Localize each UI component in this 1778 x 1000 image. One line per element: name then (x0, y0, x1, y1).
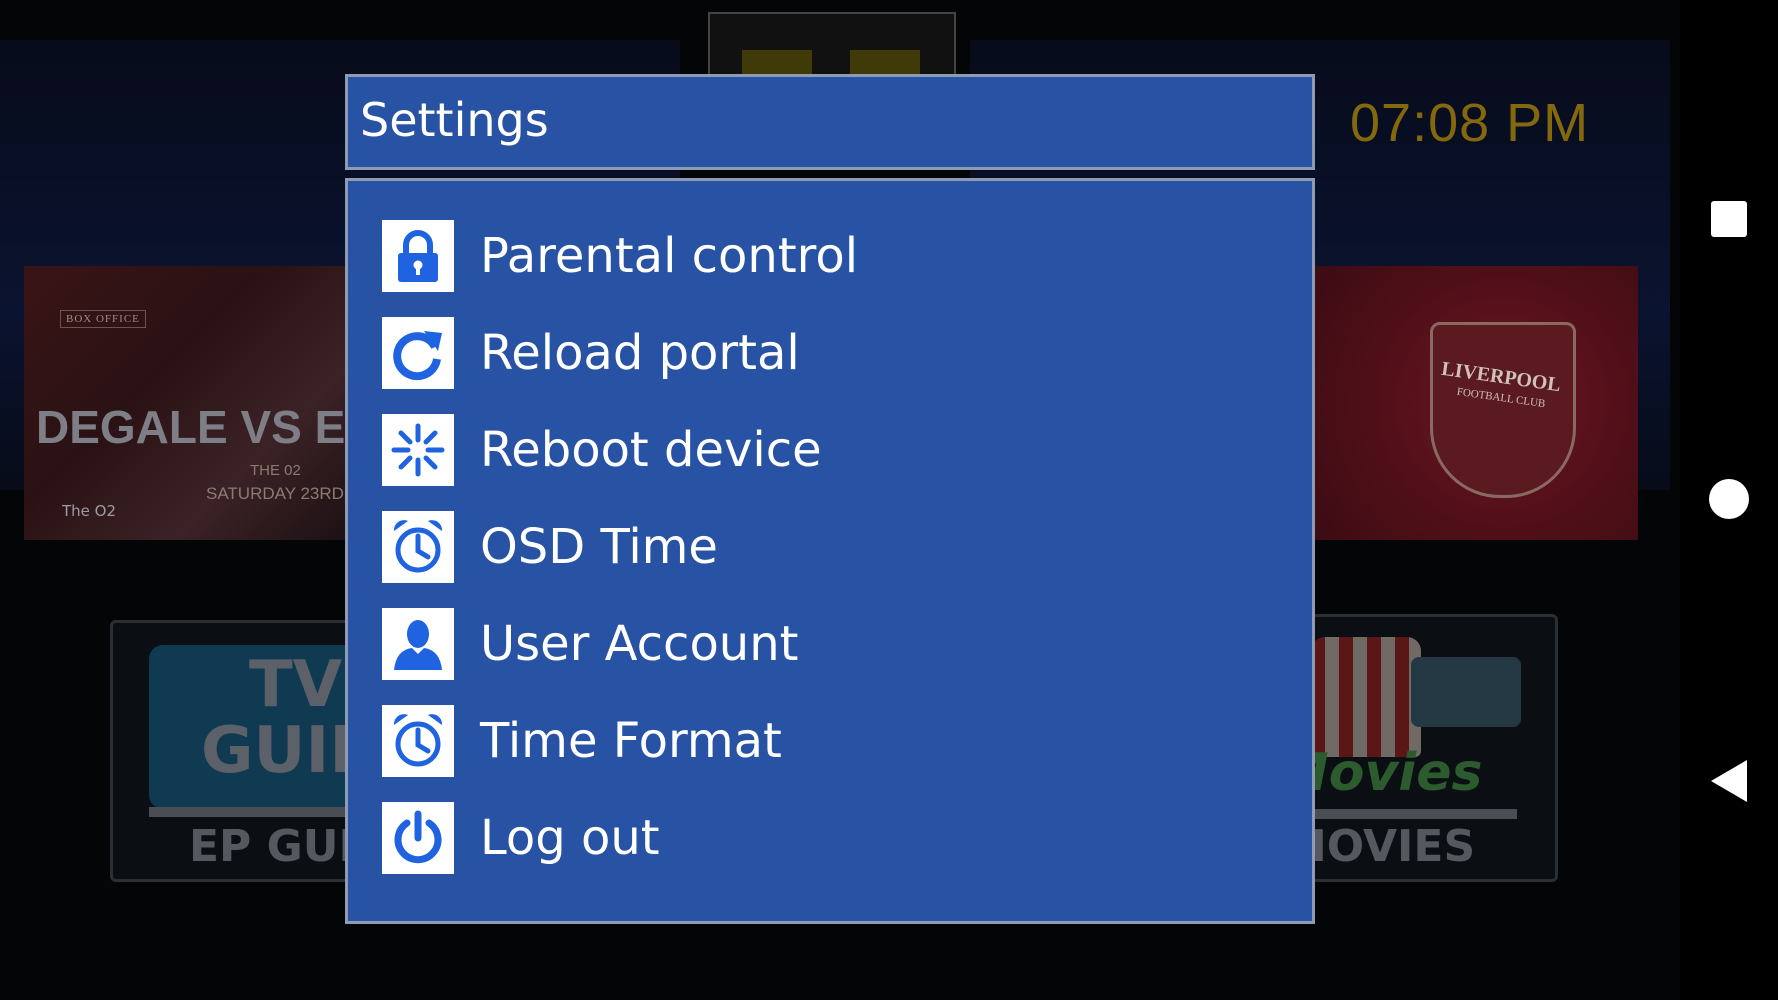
banner-tag: BOX OFFICE (60, 310, 146, 328)
menu-item-label: Reboot device (480, 422, 822, 478)
power-icon (382, 802, 454, 874)
film-reel-icon (1411, 657, 1521, 727)
clock: 07:08 PM (1350, 93, 1590, 153)
screen: 07:08 PM BOX OFFICE DEGALE VS EUB THE 02… (0, 0, 1778, 1000)
square-icon (1711, 201, 1747, 237)
banner-sponsor: The O2 (62, 502, 117, 520)
menu-item-log-out[interactable]: Log out (382, 799, 1262, 877)
menu-item-label: OSD Time (480, 519, 718, 575)
banner-date: SATURDAY 23RD FEBRU (206, 484, 354, 503)
circle-icon (1709, 479, 1749, 519)
alarm-clock-icon (382, 511, 454, 583)
back-button[interactable] (1700, 752, 1758, 810)
menu-item-label: Reload portal (480, 325, 800, 381)
lock-icon (382, 220, 454, 292)
menu-item-reboot-device[interactable]: Reboot device (382, 411, 1262, 489)
reload-icon (382, 317, 454, 389)
menu-item-label: Time Format (480, 713, 782, 769)
menu-item-parental-control[interactable]: Parental control (382, 217, 1262, 295)
back-triangle-icon (1711, 760, 1747, 802)
menu-item-reload-portal[interactable]: Reload portal (382, 314, 1262, 392)
menu-item-osd-time[interactable]: OSD Time (382, 508, 1262, 586)
recents-button[interactable] (1700, 190, 1758, 248)
reboot-icon (382, 414, 454, 486)
dialog-title: Settings (360, 93, 549, 147)
user-icon (382, 608, 454, 680)
popcorn-icon (1311, 637, 1421, 757)
alarm-clock-icon (382, 705, 454, 777)
banner-venue: THE 02 (250, 462, 301, 479)
tile-title-line1: TV (249, 648, 343, 722)
promo-banner-football[interactable]: LIVERPOOL FOOTBALL CLUB (1300, 266, 1638, 540)
settings-menu: Parental control Reload portal Reboot de… (345, 178, 1315, 924)
menu-item-user-account[interactable]: User Account (382, 605, 1262, 683)
promo-banner-boxing[interactable]: BOX OFFICE DEGALE VS EUB THE 02 SATURDAY… (24, 266, 354, 540)
menu-item-label: User Account (480, 616, 799, 672)
banner-headline: DEGALE VS EUB (36, 401, 354, 453)
settings-dialog-header: Settings (345, 74, 1315, 170)
menu-item-label: Log out (480, 810, 660, 866)
menu-item-label: Parental control (480, 228, 859, 284)
menu-item-time-format[interactable]: Time Format (382, 702, 1262, 780)
navigation-bar (1680, 0, 1778, 1000)
home-button[interactable] (1700, 470, 1758, 528)
